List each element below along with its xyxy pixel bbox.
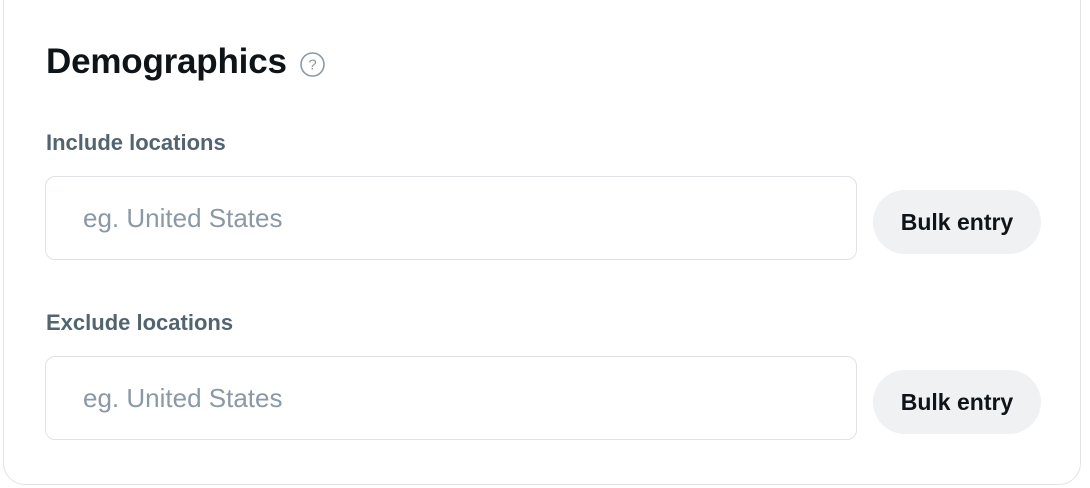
section-title: Demographics [46,42,287,81]
exclude-locations-input[interactable] [45,356,857,440]
svg-text:?: ? [308,56,316,73]
section-header: Demographics ? [46,38,325,86]
include-bulk-entry-button[interactable]: Bulk entry [873,190,1041,254]
help-icon[interactable]: ? [299,51,325,77]
include-locations-label: Include locations [46,130,226,155]
question-circle-icon: ? [299,51,325,77]
exclude-bulk-entry-button[interactable]: Bulk entry [873,370,1041,434]
include-locations-input[interactable] [45,176,857,260]
exclude-locations-label: Exclude locations [46,310,234,335]
